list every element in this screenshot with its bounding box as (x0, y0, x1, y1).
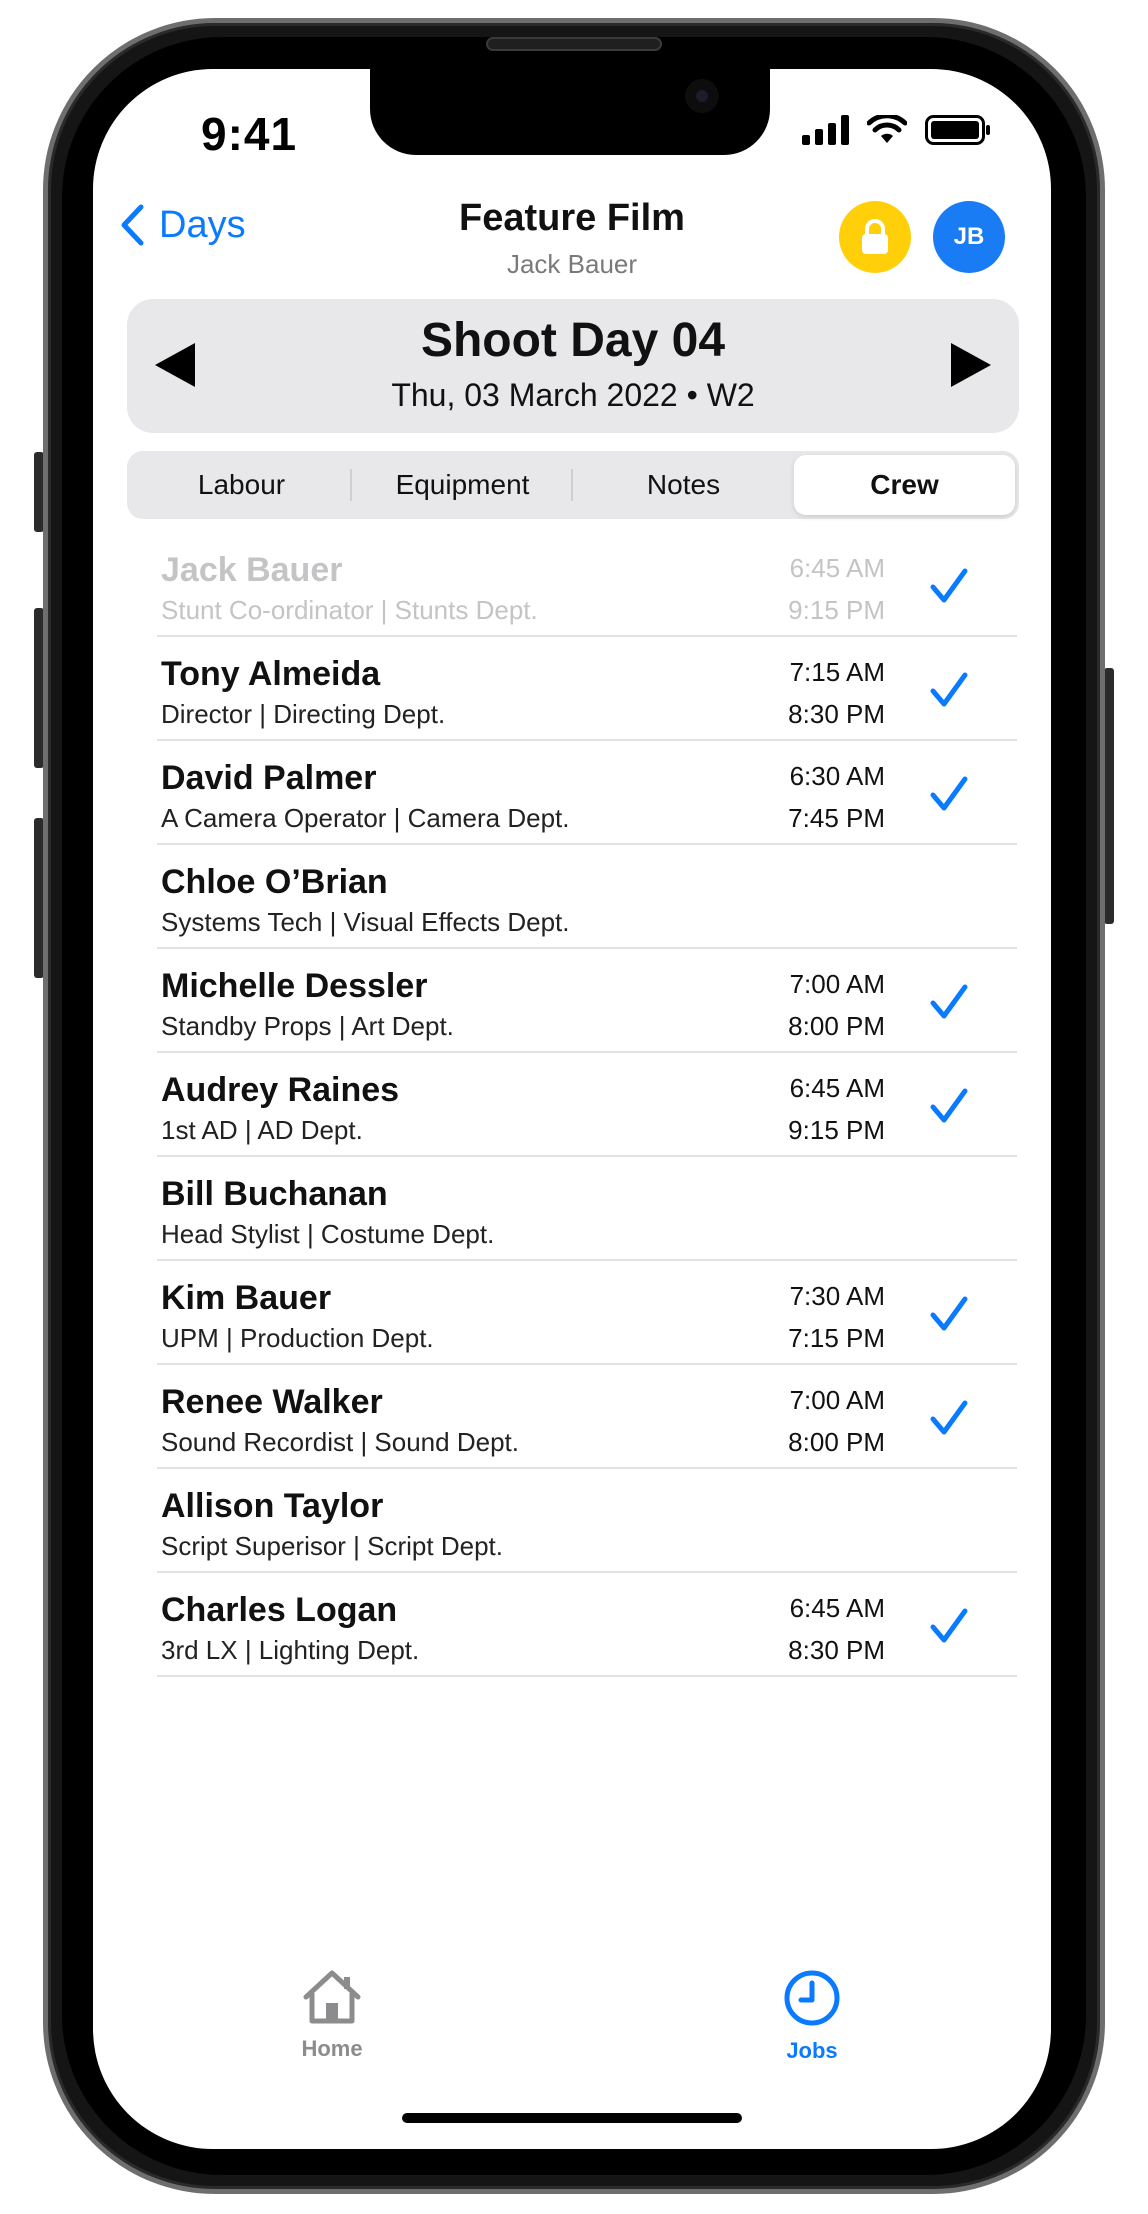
crew-row[interactable]: Bill Buchanan Head Stylist | Costume Dept… (93, 1157, 1051, 1261)
tab-jobs-label: Jobs (786, 2038, 838, 2063)
crew-row[interactable]: Jack Bauer Stunt Co-ordinator | Stunts De… (93, 533, 1051, 637)
crew-row[interactable]: David Palmer A Camera Operator | Camera D… (93, 741, 1051, 845)
phone-screen: 9:41 Days Feature Film Jack Bauer JB Sho… (93, 69, 1051, 2149)
crew-role: Sound Recordist | Sound Dept. (161, 1427, 519, 1457)
call-time: 6:45 AM (789, 1593, 885, 1623)
tab-home-label: Home (301, 2036, 363, 2061)
house-icon (303, 1970, 361, 2024)
crew-role: A Camera Operator | Camera Dept. (161, 803, 570, 833)
call-time: 7:30 AM (789, 1281, 885, 1311)
speaker-slot (486, 37, 662, 51)
tab-crew[interactable]: Crew (794, 455, 1015, 515)
crew-name: Michelle Dessler (161, 967, 428, 1005)
lock-icon (862, 219, 888, 254)
checkmark-icon (930, 1400, 968, 1435)
crew-name: Renee Walker (161, 1383, 383, 1421)
avatar[interactable]: JB (933, 201, 1005, 273)
crew-row[interactable]: Kim Bauer UPM | Production Dept. 7:30 AM 7:… (93, 1261, 1051, 1365)
crew-name: Audrey Raines (161, 1071, 400, 1109)
crew-row[interactable]: Audrey Raines 1st AD | AD Dept. 6:45 AM 9:1… (93, 1053, 1051, 1157)
clock-icon (784, 1970, 840, 2026)
crew-name: Bill Buchanan (161, 1175, 388, 1213)
crew-row[interactable]: Chloe O’Brian Systems Tech | Visual Effec… (93, 845, 1051, 949)
tab-equipment[interactable]: Equipment (352, 455, 573, 515)
crew-role: Head Stylist | Costume Dept. (161, 1219, 495, 1249)
front-camera (685, 79, 719, 113)
call-time: 7:15 AM (789, 657, 885, 687)
phone-frame: 9:41 Days Feature Film Jack Bauer JB Sho… (43, 18, 1105, 2194)
status-icons (802, 115, 991, 145)
call-time: 6:45 AM (789, 553, 885, 583)
crew-role: UPM | Production Dept. (161, 1323, 434, 1353)
crew-role: 3rd LX | Lighting Dept. (161, 1635, 420, 1665)
crew-role: Director | Directing Dept. (161, 699, 446, 729)
crew-name: Jack Bauer (161, 551, 343, 589)
wrap-time: 7:45 PM (788, 803, 885, 833)
crew-name: Chloe O’Brian (161, 863, 388, 901)
next-day-button[interactable] (951, 343, 991, 387)
power-button (1104, 668, 1114, 924)
crew-name: Kim Bauer (161, 1279, 332, 1317)
shoot-day-selector: Shoot Day 04 Thu, 03 March 2022 • W2 (127, 299, 1019, 433)
lock-button[interactable] (839, 201, 911, 273)
wrap-time: 8:30 PM (788, 699, 885, 729)
call-time: 7:00 AM (789, 969, 885, 999)
wrap-time: 9:15 PM (788, 1115, 885, 1145)
checkmark-icon (930, 776, 968, 811)
tab-bar: Home Jobs (93, 1969, 1051, 2089)
checkmark-icon (930, 1088, 968, 1123)
crew-row[interactable]: Tony Almeida Director | Directing Dept. 7:… (93, 637, 1051, 741)
crew-role: 1st AD | AD Dept. (161, 1115, 363, 1145)
wrap-time: 9:15 PM (788, 595, 885, 625)
checkmark-icon (930, 1296, 968, 1331)
wrap-time: 8:00 PM (788, 1427, 885, 1457)
crew-row[interactable]: Renee Walker Sound Recordist | Sound Dept… (93, 1365, 1051, 1469)
crew-list: Jack Bauer Stunt Co-ordinator | Stunts De… (93, 533, 1051, 1677)
wifi-icon (867, 115, 907, 143)
checkmark-icon (930, 672, 968, 707)
crew-name: Charles Logan (161, 1591, 398, 1629)
wrap-time: 8:30 PM (788, 1635, 885, 1665)
wrap-time: 7:15 PM (788, 1323, 885, 1353)
tab-home[interactable]: Home (232, 1969, 432, 2062)
home-indicator[interactable] (402, 2113, 742, 2123)
tab-labour[interactable]: Labour (131, 455, 352, 515)
section-tabs: Labour Equipment Notes Crew (127, 451, 1019, 519)
wrap-time: 8:00 PM (788, 1011, 885, 1041)
page-subtitle: Jack Bauer (506, 249, 638, 279)
shoot-day-date: Thu, 03 March 2022 • W2 (391, 377, 755, 413)
crew-row[interactable]: Charles Logan 3rd LX | Lighting Dept. 6:45… (93, 1573, 1051, 1677)
checkmark-icon (930, 984, 968, 1019)
tab-jobs[interactable]: Jobs (712, 1969, 912, 2064)
crew-role: Script Superisor | Script Dept. (161, 1531, 503, 1561)
notch (370, 69, 770, 155)
crew-name: David Palmer (161, 759, 377, 797)
navigation-bar: Days Feature Film Jack Bauer JB (93, 179, 1051, 299)
checkmark-icon (930, 1608, 968, 1643)
crew-name: Tony Almeida (161, 655, 381, 693)
crew-row[interactable]: Allison Taylor Script Superisor | Script … (93, 1469, 1051, 1573)
call-time: 6:30 AM (789, 761, 885, 791)
battery-icon (925, 115, 990, 145)
status-time: 9:41 (201, 108, 298, 160)
crew-name: Allison Taylor (161, 1487, 384, 1525)
checkmark-icon (930, 568, 968, 603)
crew-role: Systems Tech | Visual Effects Dept. (161, 907, 570, 937)
crew-row[interactable]: Michelle Dessler Standby Props | Art Dept… (93, 949, 1051, 1053)
call-time: 7:00 AM (789, 1385, 885, 1415)
tab-notes[interactable]: Notes (573, 455, 794, 515)
cellular-signal-icon (802, 115, 849, 145)
crew-role: Stunt Co-ordinator | Stunts Dept. (161, 595, 538, 625)
crew-role: Standby Props | Art Dept. (161, 1011, 454, 1041)
call-time: 6:45 AM (789, 1073, 885, 1103)
shoot-day-title: Shoot Day 04 (420, 314, 726, 367)
